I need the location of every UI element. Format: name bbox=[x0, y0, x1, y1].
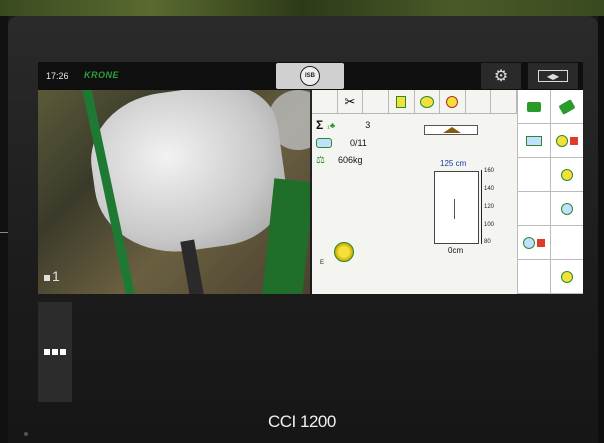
diameter-axis bbox=[481, 170, 482, 244]
bales-icon: ₁♣ bbox=[327, 120, 336, 130]
toolbar-cell-empty-4[interactable] bbox=[491, 90, 517, 114]
diameter-tick: 100 bbox=[484, 222, 495, 228]
diameter-tick: 140 bbox=[484, 186, 495, 192]
camera-number: 1 bbox=[44, 268, 60, 284]
swap-screens-icon: ◀▶ bbox=[538, 70, 568, 82]
bale-total-row: Σ ₁♣ 3 bbox=[316, 118, 370, 132]
background-grass bbox=[0, 0, 604, 16]
settings-button[interactable]: ⚙ bbox=[481, 63, 521, 89]
bezel-right-edge bbox=[598, 16, 604, 443]
bale-count-row: 0/11 bbox=[316, 136, 367, 150]
bale-counter-r-icon[interactable] bbox=[440, 90, 466, 114]
brand-logo: KRONE bbox=[84, 70, 120, 80]
ring-label: E bbox=[320, 260, 325, 266]
toolbar-cell-empty-1[interactable] bbox=[312, 90, 338, 114]
cci-logo: CCI 1200 bbox=[268, 412, 336, 431]
more-options-button[interactable] bbox=[38, 302, 72, 402]
swap-screens-button[interactable]: ◀▶ bbox=[528, 63, 578, 89]
softkey-empty-1[interactable] bbox=[517, 158, 550, 192]
isobus-toolbar: ✂ bbox=[312, 90, 517, 114]
diameter-marker bbox=[454, 199, 455, 219]
bale-total-value: 3 bbox=[365, 120, 371, 130]
status-led bbox=[24, 432, 28, 436]
counter-icon[interactable] bbox=[517, 124, 550, 158]
diameter-tick: 160 bbox=[484, 168, 495, 174]
clock-time: 17:26 bbox=[46, 71, 69, 81]
isobus-panel: ✂ Σ ₁♣ 3 0/11 ⚖ 606kg 125 cm 160 140 120… bbox=[312, 90, 583, 294]
camera-view[interactable]: 1 bbox=[38, 90, 310, 294]
sum-icon: Σ bbox=[316, 118, 324, 132]
weight-value: 606kg bbox=[338, 155, 363, 165]
diameter-bar bbox=[434, 171, 479, 244]
diameter-base: 0cm bbox=[448, 246, 464, 255]
bale-red-2-icon[interactable] bbox=[517, 226, 550, 260]
position-gauge bbox=[424, 125, 478, 135]
bezel-left-edge bbox=[0, 16, 8, 443]
bale-counter-icon bbox=[316, 138, 332, 148]
isb-icon: ISB bbox=[300, 66, 320, 86]
green-arrow-icon[interactable] bbox=[550, 90, 583, 124]
top-status-bar: 17:26 KRONE ISB ⚙ ◀▶ bbox=[38, 62, 583, 90]
diameter-tick: 120 bbox=[484, 204, 495, 210]
green-block-icon[interactable] bbox=[517, 90, 550, 124]
softkey-empty-3[interactable] bbox=[550, 226, 583, 260]
softkey-empty-2[interactable] bbox=[517, 192, 550, 226]
gear-icon: ⚙ bbox=[493, 68, 509, 85]
softkey-grid bbox=[517, 90, 583, 294]
scale-icon: ⚖ bbox=[316, 154, 325, 166]
bale-chamber-icon bbox=[334, 242, 354, 262]
diameter-tick: 80 bbox=[484, 239, 491, 245]
more-dot bbox=[60, 349, 66, 355]
net-wrap-icon[interactable] bbox=[389, 90, 415, 114]
scissors-icon[interactable]: ✂ bbox=[338, 90, 364, 114]
gauge-indicator bbox=[443, 127, 461, 133]
bale-arrow-icon[interactable] bbox=[550, 260, 583, 294]
more-dot bbox=[44, 349, 50, 355]
more-dot bbox=[52, 349, 58, 355]
bale-count-value: 0/11 bbox=[350, 138, 367, 148]
diameter-label: 125 cm bbox=[440, 159, 467, 168]
bale-counter-a-icon[interactable] bbox=[415, 90, 441, 114]
toolbar-cell-empty-2[interactable] bbox=[363, 90, 389, 114]
bale-red-icon[interactable] bbox=[550, 124, 583, 158]
toolbar-cell-empty-3[interactable] bbox=[466, 90, 492, 114]
weight-row: ⚖ 606kg bbox=[316, 153, 363, 167]
bale-cm-icon[interactable] bbox=[550, 192, 583, 226]
isb-button[interactable]: ISB bbox=[276, 63, 344, 89]
softkey-empty-4[interactable] bbox=[517, 260, 550, 294]
bale-yellow-icon[interactable] bbox=[550, 158, 583, 192]
